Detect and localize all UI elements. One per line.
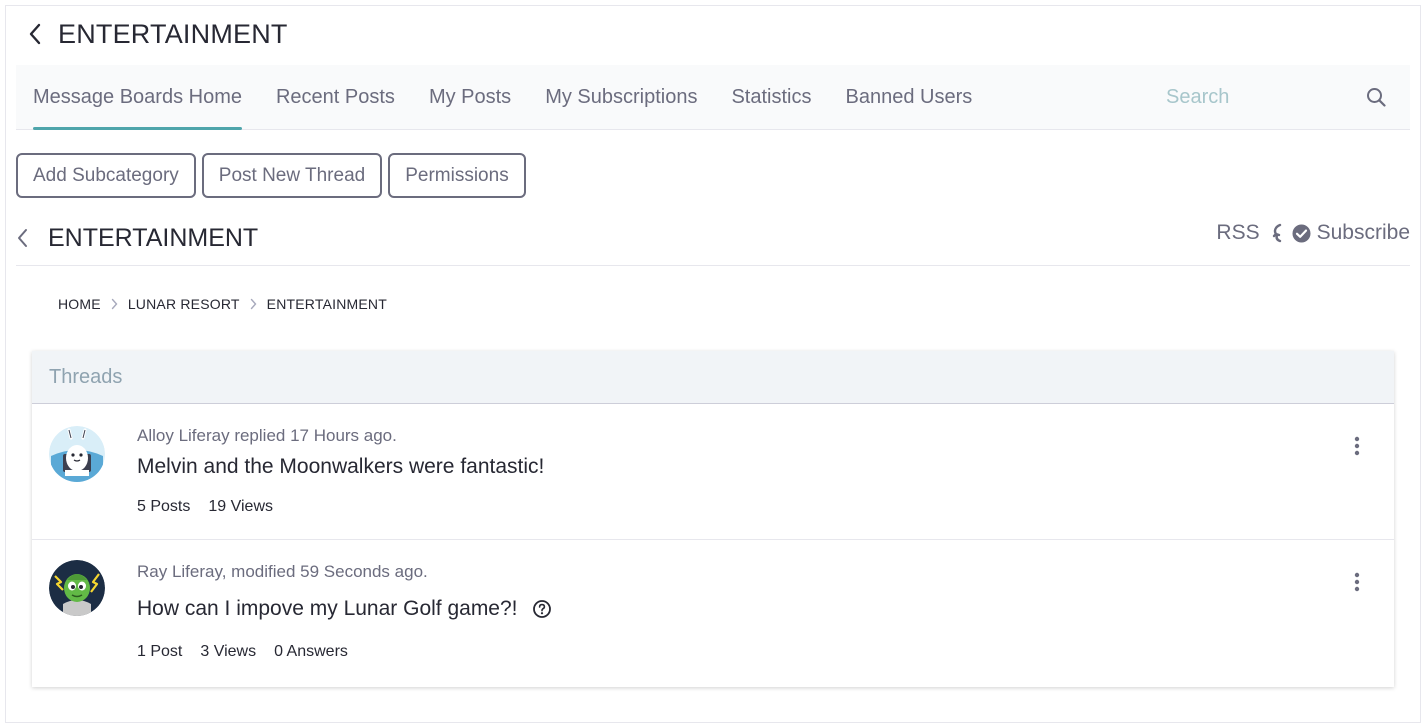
- posts-count: 1 Post: [137, 643, 183, 660]
- breadcrumb-entertainment: ENTERTAINMENT: [266, 296, 387, 312]
- answers-count: 0 Answers: [274, 643, 348, 660]
- subscribe-label: Subscribe: [1316, 221, 1410, 244]
- navigation-bar: Message Boards Home Recent Posts My Post…: [16, 65, 1410, 130]
- views-count: 19 Views: [208, 498, 273, 515]
- kebab-icon[interactable]: [1342, 567, 1372, 597]
- post-new-thread-button[interactable]: Post New Thread: [201, 153, 383, 198]
- back-chevron-icon[interactable]: [22, 14, 48, 54]
- rss-link[interactable]: RSS: [1216, 221, 1259, 245]
- thread-row: Alloy Liferay replied 17 Hours ago. Melv…: [32, 404, 1394, 540]
- thread-title-link[interactable]: Melvin and the Moonwalkers were fantasti…: [137, 455, 544, 479]
- thread-meta: Alloy Liferay replied 17 Hours ago.: [137, 426, 397, 445]
- breadcrumb: HOME LUNAR RESORT ENTERTAINMENT: [58, 296, 387, 312]
- chevron-right-icon: [111, 298, 118, 310]
- tab-statistics[interactable]: Statistics: [714, 65, 828, 129]
- posts-count: 5 Posts: [137, 498, 191, 515]
- action-buttons: Add Subcategory Post New Thread Permissi…: [16, 153, 526, 198]
- nav-tabs: Message Boards Home Recent Posts My Post…: [16, 65, 990, 130]
- thread-title-link[interactable]: How can I impove my Lunar Golf game?!: [137, 597, 552, 621]
- tab-banned-users[interactable]: Banned Users: [829, 65, 990, 129]
- breadcrumb-home[interactable]: HOME: [58, 296, 101, 312]
- category-actions: RSS Subscribe: [1216, 221, 1410, 245]
- avatar: [49, 560, 105, 616]
- add-subcategory-button[interactable]: Add Subcategory: [16, 153, 196, 198]
- threads-panel: Threads Alloy Liferay replied 17 Hours a…: [32, 351, 1394, 687]
- thread-stats: 1 Post 3 Views 0 Answers: [137, 643, 348, 661]
- tab-recent-posts[interactable]: Recent Posts: [259, 65, 412, 129]
- thread-meta: Ray Liferay, modified 59 Seconds ago.: [137, 562, 428, 581]
- rss-icon[interactable]: [1270, 223, 1284, 243]
- tab-my-posts[interactable]: My Posts: [412, 65, 528, 129]
- tab-message-boards-home[interactable]: Message Boards Home: [16, 65, 259, 130]
- thread-title[interactable]: Melvin and the Moonwalkers were fantasti…: [137, 455, 544, 479]
- category-title: ENTERTAINMENT: [48, 224, 259, 252]
- category-back-chevron-icon[interactable]: [16, 223, 36, 253]
- thread-stats: 5 Posts 19 Views: [137, 498, 273, 516]
- check-circle-icon: [1292, 224, 1311, 243]
- chevron-right-icon: [250, 298, 257, 310]
- page-title: ENTERTAINMENT: [58, 18, 288, 49]
- thread-title[interactable]: How can I impove my Lunar Golf game?!: [137, 597, 518, 621]
- subscribe-link[interactable]: Subscribe: [1292, 221, 1410, 245]
- page-header: ENTERTAINMENT: [22, 14, 288, 54]
- search-input[interactable]: [1156, 85, 1346, 109]
- search-box: [1156, 77, 1396, 117]
- threads-panel-header: Threads: [32, 351, 1394, 404]
- search-icon[interactable]: [1356, 77, 1396, 117]
- question-circle-icon: [532, 599, 552, 619]
- thread-row: Ray Liferay, modified 59 Seconds ago. Ho…: [32, 540, 1394, 686]
- category-header: ENTERTAINMENT RSS Subscribe: [16, 215, 1410, 266]
- kebab-icon[interactable]: [1342, 431, 1372, 461]
- tab-my-subscriptions[interactable]: My Subscriptions: [528, 65, 714, 129]
- breadcrumb-lunar-resort[interactable]: LUNAR RESORT: [128, 296, 240, 312]
- permissions-button[interactable]: Permissions: [388, 153, 526, 198]
- views-count: 3 Views: [200, 643, 257, 660]
- avatar: [49, 426, 105, 482]
